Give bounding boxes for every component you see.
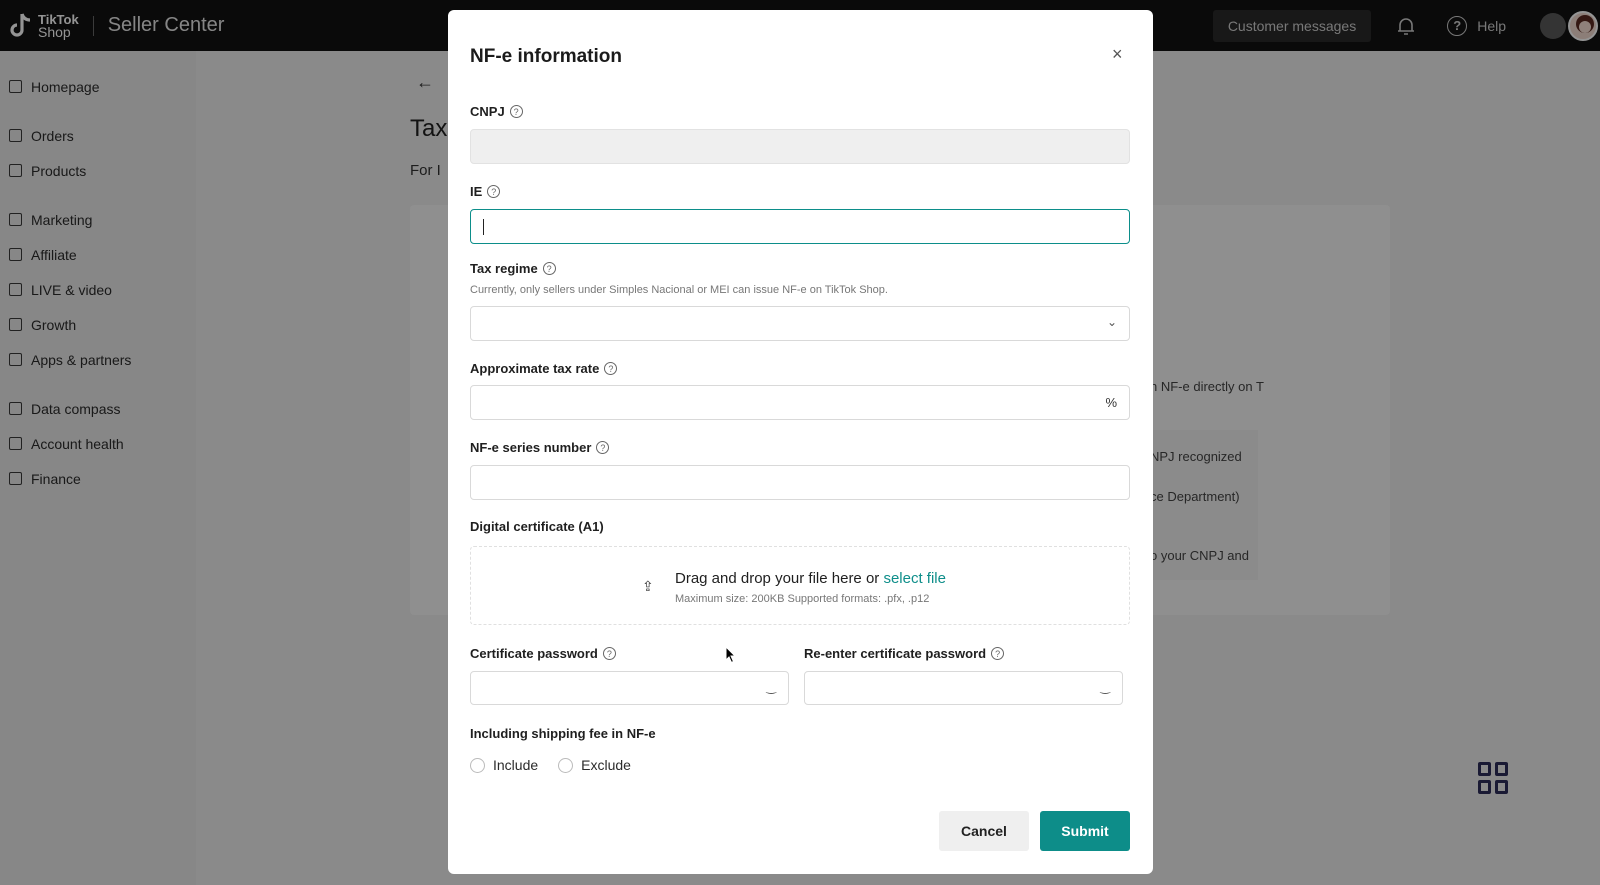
certificate-label-text: Digital certificate (A1)	[470, 519, 604, 534]
series-label: NF-e series number?	[470, 440, 610, 455]
help-circle-icon[interactable]: ?	[509, 105, 523, 118]
percent-suffix: %	[1105, 395, 1117, 410]
include-radio[interactable]	[470, 757, 485, 773]
mouse-cursor-icon	[725, 646, 737, 664]
upload-text: Drag and drop your file here or	[675, 570, 884, 587]
series-label-text: NF-e series number	[470, 440, 592, 455]
certificate-label: Digital certificate (A1)	[470, 519, 604, 534]
password-confirm-label: Re-enter certificate password?	[804, 646, 1005, 661]
chevron-down-icon: ⌄	[1106, 315, 1117, 329]
exclude-label[interactable]: Exclude	[581, 757, 631, 773]
tax-rate-label: Approximate tax rate?	[470, 361, 618, 376]
certificate-password-confirm-field[interactable]: ‿	[804, 671, 1123, 705]
help-circle-icon[interactable]: ?	[487, 185, 501, 198]
include-label[interactable]: Include	[493, 757, 538, 773]
ie-label-text: IE	[470, 184, 483, 199]
certificate-password-field[interactable]: ‿	[470, 671, 789, 705]
modal-title: NF-e information	[470, 46, 622, 67]
tax-rate-label-text: Approximate tax rate	[470, 361, 600, 376]
shipping-fee-radio-group: Include Exclude	[470, 757, 651, 773]
tax-regime-hint: Currently, only sellers under Simples Na…	[470, 284, 888, 296]
cnpj-field[interactable]	[470, 129, 1130, 164]
help-circle-icon[interactable]: ?	[596, 441, 610, 454]
upload-instructions: Drag and drop your file here or select f…	[675, 570, 946, 587]
password-confirm-label-text: Re-enter certificate password	[804, 646, 987, 661]
password-label-text: Certificate password	[470, 646, 598, 661]
eye-closed-icon[interactable]: ‿	[766, 680, 776, 694]
exclude-radio[interactable]	[558, 757, 574, 773]
tax-rate-field[interactable]: %	[470, 385, 1130, 420]
cnpj-label: CNPJ?	[470, 104, 523, 119]
help-circle-icon[interactable]: ?	[991, 647, 1005, 660]
select-file-link[interactable]: select file	[883, 570, 946, 587]
upload-constraints: Maximum size: 200KB Supported formats: .…	[675, 593, 930, 605]
cancel-button[interactable]: Cancel	[939, 811, 1029, 851]
password-label: Certificate password?	[470, 646, 616, 661]
text-caret	[483, 219, 484, 235]
nfe-information-modal: NF-e information × CNPJ? IE? Tax regime?…	[448, 10, 1153, 874]
eye-closed-icon[interactable]: ‿	[1100, 680, 1110, 694]
shipping-fee-label-text: Including shipping fee in NF-e	[470, 726, 656, 741]
upload-icon: ⇪	[642, 578, 654, 594]
ie-field[interactable]	[470, 209, 1130, 244]
cnpj-label-text: CNPJ	[470, 104, 505, 119]
tax-regime-select[interactable]: ⌄	[470, 306, 1130, 341]
shipping-fee-label: Including shipping fee in NF-e	[470, 726, 656, 741]
help-circle-icon[interactable]: ?	[602, 647, 616, 660]
certificate-upload-dropzone[interactable]: ⇪ Drag and drop your file here or select…	[470, 546, 1130, 625]
submit-button[interactable]: Submit	[1040, 811, 1130, 851]
close-icon[interactable]: ×	[1112, 44, 1123, 65]
tax-regime-label: Tax regime?	[470, 261, 556, 276]
help-circle-icon[interactable]: ?	[542, 262, 556, 275]
series-number-field[interactable]	[470, 465, 1130, 500]
help-circle-icon[interactable]: ?	[604, 362, 618, 375]
ie-label: IE?	[470, 184, 501, 199]
tax-regime-label-text: Tax regime	[470, 261, 538, 276]
